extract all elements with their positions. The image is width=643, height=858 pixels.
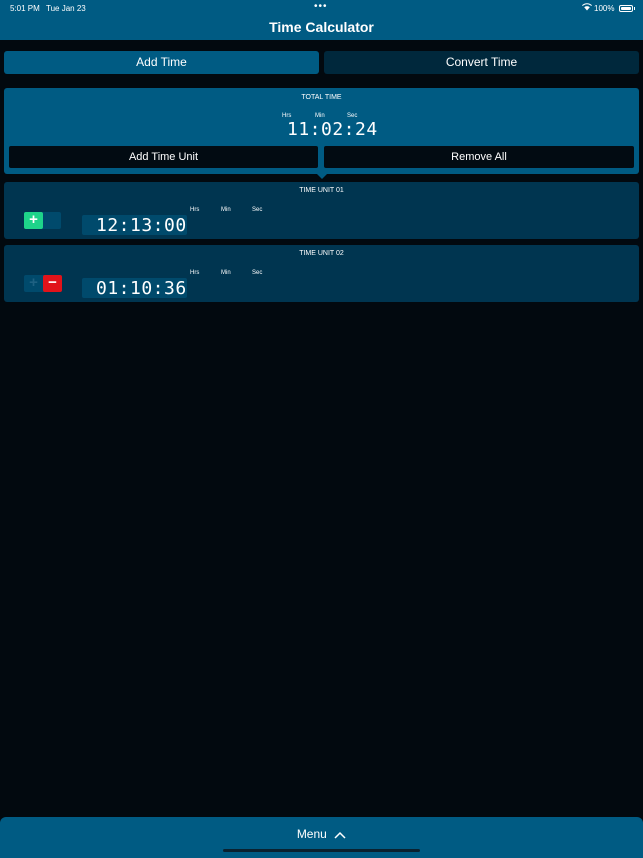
- navigation-bar: Time Calculator: [0, 16, 643, 40]
- tab-convert-time[interactable]: Convert Time: [324, 51, 639, 74]
- menu-toggle[interactable]: Menu: [0, 827, 643, 842]
- total-time-panel: TOTAL TIME Hrs Min Sec 11:02:24 Add Time…: [4, 88, 639, 179]
- multitasking-dots-icon[interactable]: •••: [314, 1, 328, 12]
- time-unit-label: TIME UNIT 01: [299, 187, 344, 194]
- minus-icon[interactable]: −: [43, 275, 62, 292]
- time-unit-value-field[interactable]: 01:10:36: [82, 278, 187, 299]
- unit-stepper: +: [24, 212, 61, 229]
- minutes-label: Min: [221, 270, 231, 276]
- add-time-unit-button[interactable]: Add Time Unit: [9, 146, 318, 168]
- time-unit-card: TIME UNIT 02 + − Hrs Min Sec 01:10:36: [4, 245, 639, 302]
- seconds-label: Sec: [252, 207, 263, 213]
- total-time-label: TOTAL TIME: [301, 94, 342, 101]
- status-bar: 5:01 PM Tue Jan 23 ••• 100%: [0, 0, 643, 16]
- minus-icon[interactable]: [43, 212, 62, 229]
- plus-icon[interactable]: +: [24, 212, 43, 229]
- hours-label: Hrs: [190, 270, 200, 276]
- time-unit-value: 12:13:00: [96, 215, 187, 236]
- status-date: Tue Jan 23: [46, 4, 86, 13]
- wifi-icon: [582, 3, 592, 13]
- tab-add-time[interactable]: Add Time: [4, 51, 319, 74]
- minutes-label: Min: [221, 207, 231, 213]
- page-title: Time Calculator: [269, 19, 374, 35]
- bottom-menu-bar[interactable]: Menu: [0, 817, 643, 858]
- total-time-value: 11:02:24: [287, 119, 378, 140]
- unit-stepper: + −: [24, 275, 62, 292]
- time-unit-value: 01:10:36: [96, 278, 187, 299]
- hours-label: Hrs: [190, 207, 200, 213]
- home-indicator: [223, 849, 420, 852]
- battery-icon: [619, 5, 635, 12]
- remove-all-button[interactable]: Remove All: [324, 146, 634, 168]
- battery-percentage: 100%: [594, 4, 615, 13]
- plus-icon[interactable]: +: [24, 275, 43, 292]
- chevron-up-icon: [334, 828, 346, 842]
- status-time: 5:01 PM: [10, 4, 40, 13]
- time-unit-value-field[interactable]: 12:13:00: [82, 215, 187, 236]
- menu-label: Menu: [296, 827, 327, 841]
- time-unit-label: TIME UNIT 02: [299, 250, 344, 257]
- seconds-label: Sec: [252, 270, 263, 276]
- time-unit-card: TIME UNIT 01 + Hrs Min Sec 12:13:00: [4, 182, 639, 239]
